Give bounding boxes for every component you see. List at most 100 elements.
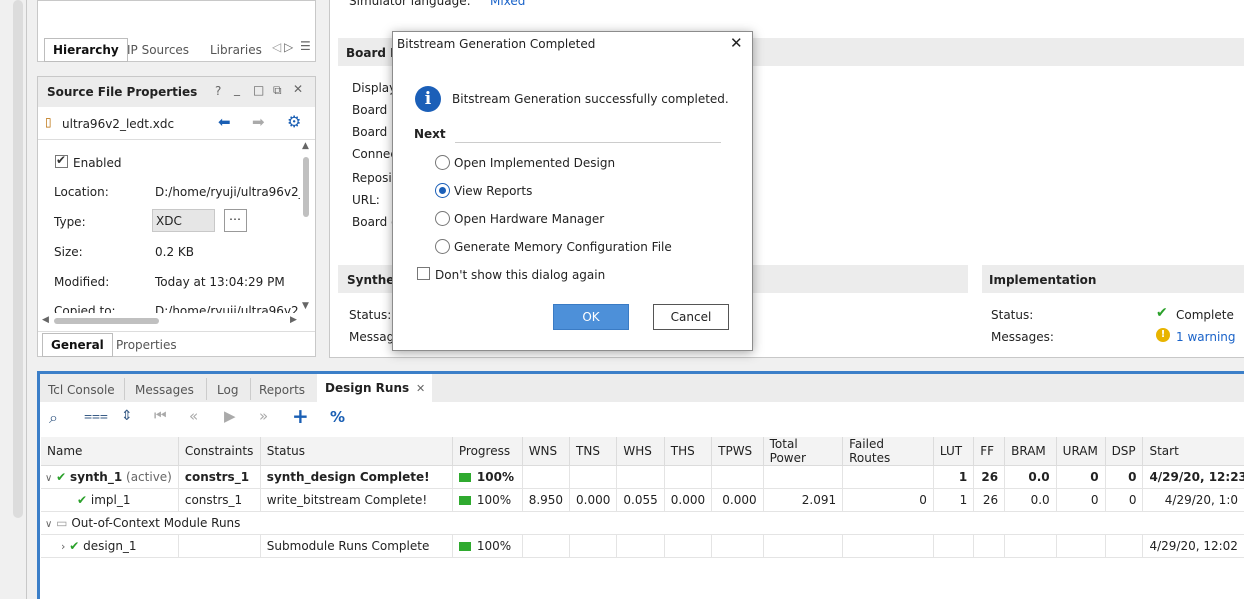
percent-icon[interactable]: % xyxy=(330,408,345,426)
tab-reports[interactable]: Reports xyxy=(251,379,313,401)
radio-open-implemented-design[interactable] xyxy=(435,155,450,170)
collapse-chevron-icon[interactable]: ∨ xyxy=(45,473,52,484)
gear-icon[interactable]: ⚙ xyxy=(287,112,301,131)
tab-log[interactable]: Log xyxy=(209,379,246,401)
run-start-text: 4/29/20, 12:23 xyxy=(1149,470,1244,484)
tab-menu-icon[interactable]: ☰ xyxy=(300,39,311,53)
minimize-icon[interactable]: _ xyxy=(234,82,240,96)
previous-icon[interactable]: « xyxy=(189,407,198,425)
col-status[interactable]: Status xyxy=(260,437,453,466)
dont-show-label[interactable]: Don't show this dialog again xyxy=(435,268,605,282)
next-icon[interactable]: » xyxy=(259,407,268,425)
option-open-implemented-design[interactable]: Open Implemented Design xyxy=(454,156,615,170)
float-icon[interactable]: ⧉ xyxy=(273,83,282,98)
col-tpws[interactable]: TPWS xyxy=(711,437,764,466)
play-icon[interactable]: ▶ xyxy=(224,407,236,425)
maximize-icon[interactable]: □ xyxy=(253,83,264,97)
col-ff[interactable]: FF xyxy=(973,437,1006,466)
option-view-reports[interactable]: View Reports xyxy=(454,184,532,198)
add-icon[interactable]: + xyxy=(292,404,309,428)
col-bram[interactable]: BRAM xyxy=(1004,437,1057,466)
col-tns[interactable]: TNS xyxy=(569,437,618,466)
run-status: synth_design Complete! xyxy=(260,465,453,489)
next-label: Next xyxy=(414,127,446,141)
back-arrow-icon[interactable]: ⬅ xyxy=(218,113,231,131)
run-start: 4/29/20, 1:0 xyxy=(1142,488,1244,512)
tab-tcl-console[interactable]: Tcl Console xyxy=(40,379,123,401)
run-failed-routes: 0 xyxy=(842,488,934,512)
run-bram: 0.0 xyxy=(1004,488,1057,512)
option-open-hardware-manager[interactable]: Open Hardware Manager xyxy=(454,212,604,226)
col-total-power[interactable]: Total Power xyxy=(763,437,844,466)
table-row[interactable]: › ✔ design_1 Submodule Runs Complete 100… xyxy=(41,534,1244,558)
left-scroll-strip[interactable] xyxy=(13,0,23,518)
run-status: write_bitstream Complete! xyxy=(260,488,453,512)
table-row[interactable]: ∨ ✔ synth_1 (active) constrs_1 synth_des… xyxy=(41,465,1244,489)
collapse-all-icon[interactable]: ⩶ xyxy=(84,408,108,424)
progress-bar xyxy=(458,473,471,482)
ok-button[interactable]: OK xyxy=(553,304,629,330)
run-uram: 0 xyxy=(1056,465,1106,489)
col-start[interactable]: Start xyxy=(1142,437,1244,466)
tab-close-icon[interactable]: ✕ xyxy=(416,382,425,395)
vertical-scrollbar-thumb[interactable] xyxy=(303,157,309,217)
tab-hierarchy[interactable]: Hierarchy xyxy=(44,38,128,62)
sim-language-value[interactable]: Mixed xyxy=(490,0,525,8)
table-row[interactable]: ✔ impl_1 constrs_1 write_bitstream Compl… xyxy=(41,488,1244,512)
cancel-button[interactable]: Cancel xyxy=(653,304,729,330)
collapse-chevron-icon[interactable]: ∨ xyxy=(45,519,52,530)
col-lut[interactable]: LUT xyxy=(933,437,975,466)
run-name: design_1 xyxy=(83,539,137,553)
col-failed-routes[interactable]: Failed Routes xyxy=(842,437,934,466)
col-uram[interactable]: URAM xyxy=(1056,437,1106,466)
modified-label: Modified: xyxy=(54,275,110,289)
col-constraints[interactable]: Constraints xyxy=(178,437,261,466)
col-name[interactable]: Name xyxy=(41,437,179,466)
tab-scroll-right-icon[interactable]: ▷ xyxy=(284,40,293,54)
design-runs-table: Name Constraints Status Progress WNS TNS… xyxy=(41,437,1244,558)
scroll-down-icon[interactable]: ▼ xyxy=(302,301,309,311)
col-dsp[interactable]: DSP xyxy=(1105,437,1144,466)
radio-view-reports[interactable] xyxy=(435,183,450,198)
col-wns[interactable]: WNS xyxy=(522,437,571,466)
sfp-title: Source File Properties xyxy=(47,85,198,99)
run-whs xyxy=(616,465,665,489)
run-name: synth_1 xyxy=(70,470,123,484)
complete-check-icon: ✔ xyxy=(77,493,88,507)
search-icon[interactable]: ⌕ xyxy=(49,408,58,428)
expand-chevron-icon[interactable]: › xyxy=(61,540,65,553)
tab-sep-2 xyxy=(206,378,207,400)
type-field[interactable]: XDC xyxy=(152,209,215,232)
tab-scroll-left-icon[interactable]: ◁ xyxy=(272,40,281,54)
tab-general[interactable]: General xyxy=(42,333,113,357)
forward-arrow-icon[interactable]: ➡ xyxy=(252,113,265,131)
tab-libraries[interactable]: Libraries xyxy=(202,39,270,61)
dont-show-checkbox[interactable] xyxy=(417,267,430,280)
radio-open-hardware-manager[interactable] xyxy=(435,211,450,226)
dialog-close-icon[interactable]: ✕ xyxy=(730,34,743,52)
tab-design-runs[interactable]: Design Runs ✕ xyxy=(317,374,432,402)
horizontal-scrollbar-thumb[interactable] xyxy=(54,318,159,324)
option-generate-memory-config[interactable]: Generate Memory Configuration File xyxy=(454,240,672,254)
scroll-right-icon[interactable]: ▶ xyxy=(290,315,297,325)
col-whs[interactable]: WHS xyxy=(616,437,665,466)
col-ths[interactable]: THS xyxy=(664,437,713,466)
scroll-left-icon[interactable]: ◀ xyxy=(42,315,49,325)
expand-all-icon[interactable]: ⇕ xyxy=(121,408,133,424)
tab-messages[interactable]: Messages xyxy=(127,379,202,401)
tab-ip-sources[interactable]: IP Sources xyxy=(119,39,197,61)
first-icon[interactable]: ⏮ xyxy=(154,408,167,424)
type-label: Type: xyxy=(54,215,86,229)
impl-messages-value[interactable]: 1 warning xyxy=(1176,330,1236,344)
tab-properties[interactable]: Properties xyxy=(108,334,185,356)
scroll-up-icon[interactable]: ▲ xyxy=(302,141,309,151)
type-more-button[interactable]: ⋯ xyxy=(224,209,247,232)
radio-generate-memory-config[interactable] xyxy=(435,239,450,254)
close-icon[interactable]: ✕ xyxy=(293,82,303,96)
enabled-checkbox[interactable]: ✔ xyxy=(55,153,68,168)
type-value: XDC xyxy=(156,214,182,228)
help-icon[interactable]: ? xyxy=(215,84,221,98)
col-progress[interactable]: Progress xyxy=(452,437,523,466)
table-row[interactable]: ∨ ▭ Out-of-Context Module Runs xyxy=(41,511,1244,535)
run-lut: 1 xyxy=(933,465,975,489)
